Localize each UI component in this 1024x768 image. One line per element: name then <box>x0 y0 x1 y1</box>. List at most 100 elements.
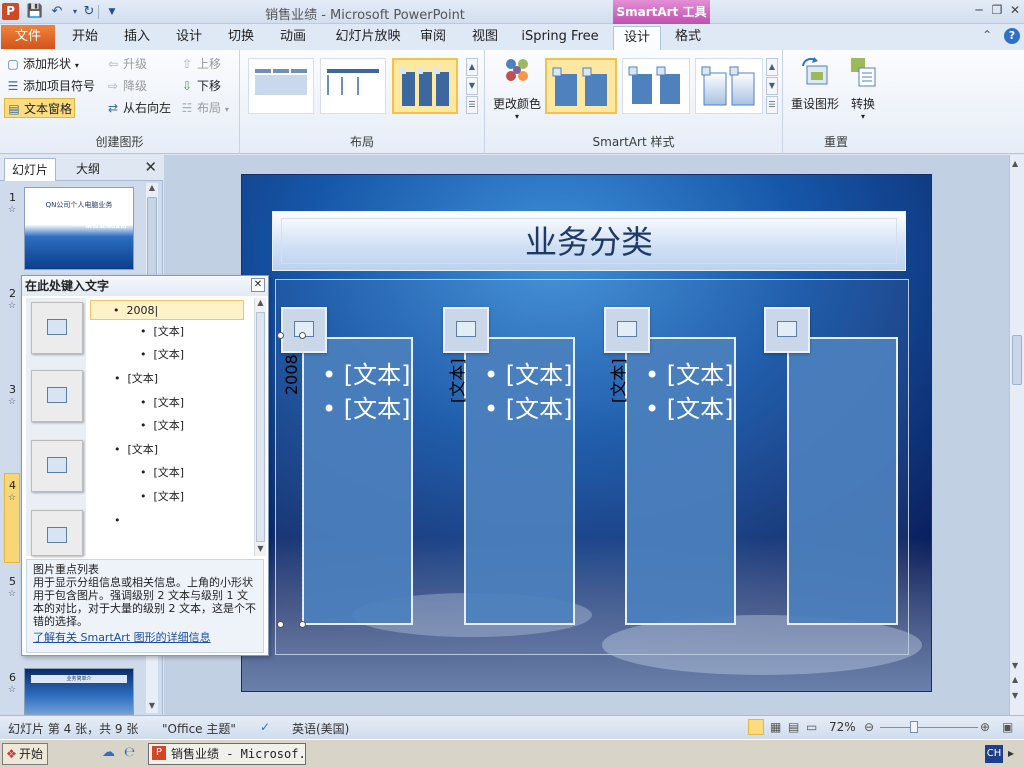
tab-outline[interactable]: 大纲 <box>62 158 114 181</box>
slideshow-view-icon[interactable]: ▭ <box>806 720 817 734</box>
scroll-down-arrow-icon[interactable]: ▼ <box>255 544 266 556</box>
next-slide-icon[interactable]: ▼ <box>1012 691 1018 700</box>
tab-slides[interactable]: 幻灯片 <box>4 158 56 181</box>
add-bullet-button[interactable]: ☰ 添加项目符号 <box>6 76 95 96</box>
text-pane-item[interactable]: • [文本] <box>114 369 158 389</box>
move-down-button[interactable]: ⇩ 下移 <box>180 76 221 96</box>
scroll-up-arrow-icon[interactable]: ▲ <box>255 298 266 310</box>
selection-handle[interactable] <box>277 621 284 628</box>
smartart-picture-1[interactable] <box>281 307 327 353</box>
zoom-slider-track[interactable] <box>880 727 978 728</box>
convert-button[interactable]: 转换 ▾ <box>833 56 893 121</box>
picture-placeholder[interactable] <box>31 370 83 422</box>
tab-transitions[interactable]: 切换 <box>218 26 264 50</box>
collapse-ribbon-icon[interactable]: ⌃ <box>982 28 992 42</box>
tab-home[interactable]: 开始 <box>62 26 108 50</box>
tab-file[interactable]: 文件 <box>1 25 55 49</box>
tab-design[interactable]: 设计 <box>166 26 212 50</box>
scrollbar-thumb[interactable] <box>1012 335 1022 385</box>
text-pane-button[interactable]: ▤ 文本窗格 <box>4 98 76 118</box>
smartart-bullet[interactable]: • [文本] <box>484 355 573 390</box>
style-gallery-item[interactable] <box>622 58 690 114</box>
start-button[interactable]: ❖ 开始 <box>2 743 48 765</box>
close-panel-icon[interactable]: ✕ <box>144 158 157 176</box>
tab-ispring[interactable]: iSpring Free <box>516 26 604 50</box>
tab-review[interactable]: 审阅 <box>410 26 456 50</box>
text-pane-item[interactable]: • [文本] <box>140 416 184 436</box>
text-pane-item[interactable]: • [文本] <box>114 440 158 460</box>
smartart-bullet[interactable]: • [文本] <box>645 389 734 424</box>
tab-animations[interactable]: 动画 <box>270 26 316 50</box>
tab-insert[interactable]: 插入 <box>114 26 160 50</box>
spelling-check-icon[interactable]: ✓ <box>260 720 270 734</box>
selection-handle[interactable] <box>299 332 306 339</box>
scrollbar-thumb[interactable] <box>256 312 265 542</box>
scroll-down-arrow-icon[interactable]: ▼ <box>146 701 158 713</box>
styles-scroll-down[interactable]: ▼ <box>766 77 778 95</box>
normal-view-icon[interactable] <box>748 719 764 735</box>
ime-menu-icon[interactable]: ▸ <box>1008 746 1014 760</box>
change-colors-button[interactable]: 更改颜色 ▾ <box>487 56 547 121</box>
slide-title-placeholder[interactable]: 业务分类 <box>272 211 906 271</box>
add-shape-button[interactable]: ▢ 添加形状 ▾ <box>6 54 79 74</box>
smartart-bullet[interactable]: • [文本] <box>645 355 734 390</box>
text-pane-item[interactable]: • [文本] <box>140 322 184 342</box>
smartart-bullet[interactable]: • [文本] <box>484 389 573 424</box>
gallery-more[interactable]: ☰ <box>466 96 478 114</box>
slide-thumbnail-1[interactable]: QN公司个人电脑业务 ——销售业绩报告 <box>24 187 134 270</box>
layout-button[interactable]: ☵ 布局 ▾ <box>180 98 229 118</box>
smartart-bullet[interactable]: • [文本] <box>322 355 411 390</box>
text-pane-item[interactable]: • [文本] <box>140 487 184 507</box>
layout-gallery-item-selected[interactable] <box>392 58 458 114</box>
reading-view-icon[interactable]: ▤ <box>788 720 799 734</box>
learn-more-link[interactable]: 了解有关 SmartArt 图形的详细信息 <box>33 631 257 644</box>
text-pane-scrollbar[interactable]: ▲ ▼ <box>254 298 266 556</box>
close-icon[interactable]: ✕ <box>1006 2 1024 18</box>
smartart-picture-3[interactable] <box>604 307 650 353</box>
smartart-heading-1[interactable]: 2008 <box>282 354 301 395</box>
smartart-bullet[interactable]: • [文本] <box>322 389 411 424</box>
scroll-up-arrow-icon[interactable]: ▲ <box>146 183 158 195</box>
smartart-heading-2[interactable]: [文本] <box>444 359 468 404</box>
smartart-heading-3[interactable]: [文本] <box>605 359 629 404</box>
zoom-slider-thumb[interactable] <box>910 721 918 733</box>
promote-button[interactable]: ⇦ 升级 <box>106 54 147 74</box>
close-text-pane-icon[interactable]: ✕ <box>251 278 265 292</box>
tab-view[interactable]: 视图 <box>462 26 508 50</box>
text-pane-item[interactable]: • [文本] <box>140 463 184 483</box>
scroll-up-arrow-icon[interactable]: ▲ <box>1012 159 1018 168</box>
restore-icon[interactable]: ❐ <box>988 2 1006 18</box>
zoom-level[interactable]: 72% <box>829 720 856 734</box>
smartart-column-4[interactable] <box>787 337 898 625</box>
picture-placeholder[interactable] <box>31 510 83 556</box>
tab-smartart-format[interactable]: 格式 <box>664 26 712 50</box>
layout-gallery-item[interactable] <box>248 58 314 114</box>
tab-smartart-design[interactable]: 设计 <box>613 26 661 50</box>
slide-canvas[interactable]: 业务分类 2008 • [文本] • [文本] [文本] • [文本] • [文… <box>241 174 932 692</box>
fit-to-window-icon[interactable]: ▣ <box>1002 720 1013 734</box>
zoom-in-icon[interactable]: ⊕ <box>980 720 990 734</box>
text-pane-item[interactable]: • <box>114 511 124 531</box>
gallery-scroll-down[interactable]: ▼ <box>466 77 478 95</box>
selection-handle[interactable] <box>299 621 306 628</box>
picture-placeholder[interactable] <box>31 440 83 492</box>
style-gallery-item-selected[interactable] <box>545 58 617 114</box>
layout-gallery-item[interactable] <box>320 58 386 114</box>
input-method-indicator[interactable]: CH <box>985 745 1003 763</box>
selection-handle[interactable] <box>277 332 284 339</box>
show-desktop-icon[interactable]: ☁ <box>102 745 115 760</box>
picture-placeholder[interactable] <box>31 302 83 354</box>
previous-slide-icon[interactable]: ▲ <box>1012 675 1018 684</box>
style-gallery-item[interactable] <box>695 58 763 114</box>
minimize-icon[interactable]: ─ <box>970 2 988 18</box>
smartart-picture-4[interactable] <box>764 307 810 353</box>
text-pane-item[interactable]: • 2008| <box>90 300 244 320</box>
help-icon[interactable]: ? <box>1004 28 1020 44</box>
language-indicator[interactable]: 英语(美国) <box>292 720 349 737</box>
gallery-scroll-up[interactable]: ▲ <box>466 58 478 76</box>
browser-icon[interactable]: ℮ <box>124 745 135 760</box>
styles-more[interactable]: ☰ <box>766 96 778 114</box>
styles-scroll-up[interactable]: ▲ <box>766 58 778 76</box>
taskbar-powerpoint-item[interactable]: P 销售业绩 - Microsof... <box>148 743 306 765</box>
zoom-out-icon[interactable]: ⊖ <box>864 720 874 734</box>
